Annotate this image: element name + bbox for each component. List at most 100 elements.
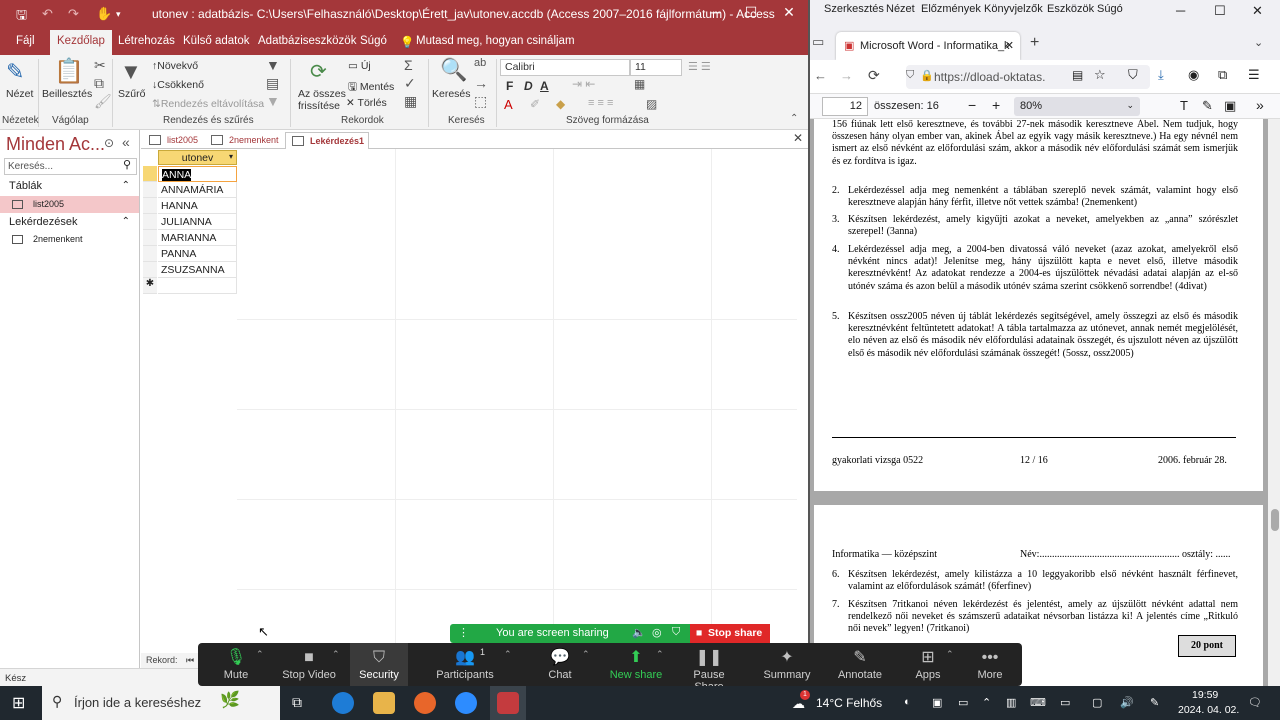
touch-mode-icon[interactable]: ✋ [96, 6, 112, 22]
keyboard-icon[interactable]: ⌨ [1030, 696, 1046, 709]
image-tool-icon[interactable]: ▣ [1224, 98, 1236, 114]
find-button[interactable]: Keresés [432, 88, 471, 100]
search-icon[interactable]: ⚲ [123, 158, 131, 171]
show-hidden-icons[interactable]: ⌃ [982, 696, 991, 709]
scrollbar-thumb[interactable] [1271, 509, 1279, 531]
remove-sort-button[interactable]: ⇅Rendezés eltávolítása [152, 98, 264, 110]
copy-icon[interactable]: ⧉ [94, 75, 104, 92]
apps-button[interactable]: ⊞ Apps [912, 643, 944, 686]
underline-button[interactable]: A [540, 79, 549, 93]
font-color-icon[interactable]: A [504, 97, 513, 112]
row-selector[interactable] [143, 246, 157, 262]
tab-home[interactable]: Kezdőlap [50, 30, 112, 55]
nav-section-tables[interactable]: Táblák ⌃ [0, 177, 139, 195]
nav-menu-icon[interactable]: ⊙ [104, 136, 114, 150]
font-name-select[interactable]: Calibri [500, 59, 630, 76]
toggle-filter-icon[interactable]: ▼ [266, 93, 280, 109]
participants-button[interactable]: 👥 Participants [430, 643, 500, 686]
row-selector[interactable] [143, 182, 157, 198]
row-selector[interactable] [143, 198, 157, 214]
nav-search-input[interactable]: Keresés... [4, 158, 137, 175]
battery-icon[interactable]: ▭ [1060, 696, 1070, 709]
filter-button[interactable]: Szűrő [118, 88, 145, 100]
clock-date[interactable]: 2024. 04. 02. [1178, 704, 1239, 716]
save-icon[interactable]: 🖫 [16, 6, 27, 28]
tab-create[interactable]: Létrehozás [118, 35, 175, 47]
bold-button[interactable]: F [506, 79, 513, 93]
advanced-filter-icon[interactable]: ▤ [266, 75, 279, 92]
format-painter-icon[interactable]: 🖌 [94, 93, 112, 110]
tab-2nemenkent[interactable]: 2nemenkent [205, 132, 283, 149]
zoom-out-icon[interactable]: − [968, 97, 976, 113]
summary-button[interactable]: ✦ Summary [760, 643, 814, 686]
tab-query1[interactable]: Lekérdezés1 [285, 132, 370, 149]
url-bar[interactable]: ⛉ 🔒 https://dload-oktatas. [906, 65, 1150, 89]
page-number-input[interactable]: 12 [822, 97, 868, 116]
chevron-up-icon[interactable]: ⌃ [504, 649, 512, 660]
tab-database-tools[interactable]: Adatbáziseszközök [258, 35, 356, 47]
paste-button[interactable]: Beillesztés [42, 88, 92, 100]
table-row[interactable]: ANNA [158, 166, 237, 182]
nav-title[interactable]: Minden Ac... [6, 134, 105, 155]
zoom-select[interactable]: 80% ⌄ [1014, 97, 1140, 116]
more-tools-icon[interactable]: » [1256, 97, 1264, 113]
clock-time[interactable]: 19:59 [1192, 689, 1218, 701]
table-row[interactable]: ZSUZSANNA [158, 262, 237, 278]
maximize-icon[interactable]: ☐ [736, 4, 766, 21]
collapse-ribbon-icon[interactable]: ⌃ [790, 113, 798, 124]
chevron-up-icon[interactable]: ⌃ [256, 649, 264, 660]
delete-record-button[interactable]: ✕ Törlés [346, 97, 387, 109]
downloads-icon[interactable]: ⤓ [1158, 67, 1164, 83]
teams-icon[interactable]: ▣ [932, 696, 942, 709]
tab-file[interactable]: Fájl [16, 35, 35, 47]
row-selector[interactable] [143, 166, 157, 182]
security-button[interactable]: ⛉ Security [350, 643, 408, 686]
account-icon[interactable]: ◉ [1188, 67, 1199, 83]
tab-external-data[interactable]: Külső adatok [183, 35, 250, 47]
close-icon[interactable]: ✕ [774, 4, 804, 21]
view-button[interactable]: Nézet [6, 88, 33, 100]
zoom-in-icon[interactable]: + [992, 97, 1000, 113]
scrollbar[interactable] [1268, 119, 1280, 686]
task-view-icon[interactable]: ⧉ [292, 694, 302, 711]
save-record-button[interactable]: 🖫 Mentés [348, 79, 394, 97]
qat-customize-icon[interactable]: ▾ [116, 9, 121, 20]
italic-button[interactable]: D [524, 79, 533, 93]
reader-view-icon[interactable]: ▤ [1072, 68, 1083, 82]
undo-icon[interactable]: ↶ [42, 6, 53, 22]
menu-tools[interactable]: Eszközök [1047, 3, 1094, 15]
back-icon[interactable]: ← [814, 68, 827, 83]
filter-icon[interactable]: ▼ [120, 59, 142, 85]
zoom-tray-icon[interactable]: ▭ [958, 696, 968, 709]
zoom-app-icon[interactable] [455, 692, 477, 714]
table-row[interactable]: ANNAMÁRIA [158, 182, 237, 198]
new-row[interactable] [158, 278, 237, 294]
indent-icon[interactable]: ⇥ ⇤ [572, 77, 595, 91]
minimize-icon[interactable]: ─ [1176, 3, 1185, 18]
table-row[interactable]: HANNA [158, 198, 237, 214]
cut-icon[interactable]: ✂ [94, 57, 106, 74]
chevron-up-icon[interactable]: ⌃ [582, 649, 590, 660]
bullets-icon[interactable]: ☰ ☰ [688, 60, 711, 73]
menu-bookmarks[interactable]: Könyvjelzők [984, 3, 1043, 15]
refresh-all-button[interactable]: Az összes frissítése [298, 88, 348, 112]
forward-icon[interactable]: → [840, 68, 853, 83]
annotate-button[interactable]: ✎ Annotate [834, 643, 886, 686]
file-explorer-icon[interactable] [373, 692, 395, 714]
tab-help[interactable]: Súgó [360, 35, 387, 47]
dropdown-arrow-icon[interactable]: ▾ [229, 152, 233, 161]
table-row[interactable]: MARIANNA [158, 230, 237, 246]
view-icon[interactable]: ✎ [6, 59, 24, 85]
notifications-icon[interactable]: 🗨 [1248, 696, 1262, 709]
chat-button[interactable]: 💬 Chat [536, 643, 584, 686]
totals-icon[interactable]: Σ [404, 57, 413, 73]
close-tab-icon[interactable]: ✕ [793, 131, 803, 145]
new-record-button[interactable]: ▭ Új [348, 60, 371, 72]
tell-me-box[interactable]: Mutasd meg, hogyan csináljam [416, 35, 575, 47]
tab-list2005[interactable]: list2005 [143, 132, 202, 149]
browser-tab[interactable]: ▣ Microsoft Word - Informatika_k ✕ [836, 32, 1020, 60]
chevron-up-icon[interactable]: ⌃ [656, 649, 664, 660]
alt-row-color-icon[interactable]: ▨ [646, 97, 657, 111]
first-record-icon[interactable]: ⏮ [186, 655, 194, 665]
column-header-utonev[interactable]: utonev ▾ [158, 150, 237, 165]
